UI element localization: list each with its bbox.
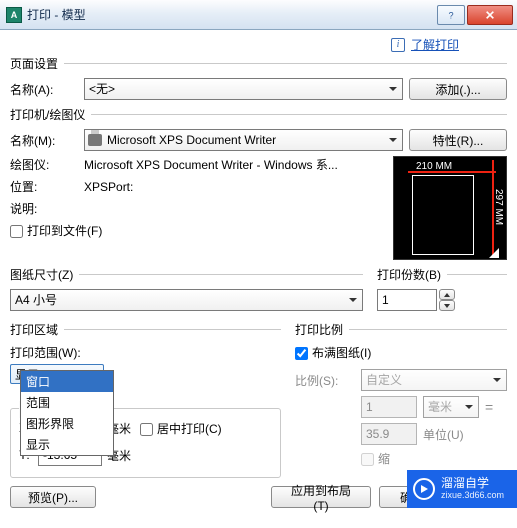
preview-height: 297 MM [493,189,504,225]
window-title: 打印 - 模型 [27,6,437,23]
svg-text:?: ? [449,10,454,20]
printer-properties-button[interactable]: 特性(R)... [409,129,507,151]
page-setup-group: 页面设置 [10,55,64,72]
printer-group: 打印机/绘图仪 [10,106,91,123]
pageset-name-select[interactable]: <无> [84,78,403,100]
printer-name-select[interactable]: Microsoft XPS Document Writer [84,129,403,151]
fit-to-paper-checkbox[interactable] [295,347,308,360]
watermark: 溜溜自学zixue.3d66.com [407,470,517,508]
learn-print-link[interactable]: 了解打印 [411,36,459,53]
center-print-checkbox[interactable] [140,423,153,436]
scale-ratio-select: 自定义 [361,369,507,391]
print-range-label: 打印范围(W): [10,344,281,361]
printer-icon [88,134,102,146]
scale-ratio-label: 比例(S): [295,372,355,389]
scale-lineweights-checkbox [361,453,374,466]
copies-up[interactable] [439,289,455,300]
help-button[interactable]: ? [437,5,465,25]
paper-size-select[interactable]: A4 小号 [10,289,363,311]
location-value: XPSPort: [84,180,133,194]
print-to-file[interactable]: 打印到文件(F) [10,222,102,239]
fit-to-paper[interactable]: 布满图纸(I) [295,346,371,360]
info-icon: i [391,38,405,52]
center-print[interactable]: 居中打印(C) [140,420,222,437]
paper-preview: 210 MM 297 MM [393,156,507,260]
plotter-label: 绘图仪: [10,156,78,173]
pageset-add-button[interactable]: 添加(.)... [409,78,507,100]
range-option-window[interactable]: 窗口 [21,371,113,392]
watermark-url: zixue.3d66.com [441,491,504,501]
watermark-brand: 溜溜自学 [441,477,504,490]
scale-den-input [361,423,417,445]
print-range-dropdown[interactable]: 窗口 范围 图形界限 显示 [20,370,114,456]
range-option-limits[interactable]: 图形界限 [21,413,113,434]
close-button[interactable] [467,5,513,25]
range-option-display[interactable]: 显示 [21,434,113,455]
preview-button[interactable]: 预览(P)... [10,486,96,508]
scale-num-input [361,396,417,418]
preview-width: 210 MM [416,161,452,172]
app-icon: A [6,7,22,23]
printer-name-label: 名称(M): [10,132,78,149]
print-to-file-checkbox[interactable] [10,225,23,238]
copies-down[interactable] [439,300,455,311]
print-scale-group: 打印比例 [295,321,349,338]
location-label: 位置: [10,178,78,195]
scale-lineweights: 缩 [361,450,390,467]
play-icon [413,478,435,500]
copies-input[interactable] [377,289,437,311]
plotter-value: Microsoft XPS Document Writer - Windows … [84,156,338,173]
paper-size-group: 图纸尺寸(Z) [10,266,79,283]
pageset-name-label: 名称(A): [10,81,78,98]
range-option-extents[interactable]: 范围 [21,392,113,413]
apply-layout-button[interactable]: 应用到布局(T) [271,486,371,508]
description-label: 说明: [10,200,78,217]
scale-den-unit: 单位(U) [423,426,464,443]
titlebar: A 打印 - 模型 ? [0,0,517,30]
scale-unit-select: 毫米 [423,396,479,418]
print-area-group: 打印区域 [10,321,64,338]
copies-group: 打印份数(B) [377,266,447,283]
